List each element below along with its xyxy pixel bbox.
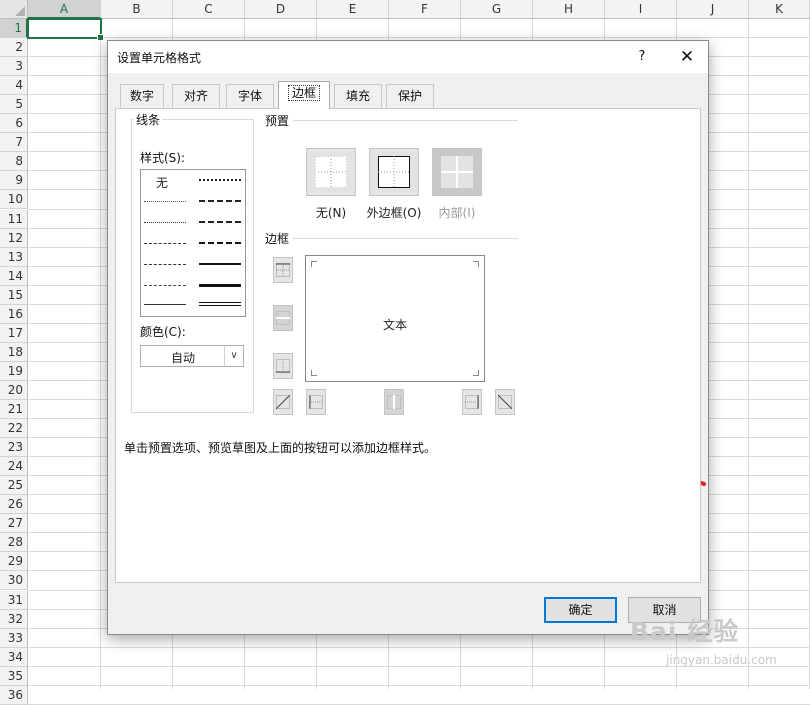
border-bottom-icon (276, 359, 290, 373)
preview-text: 文本 (382, 318, 407, 332)
line-style-thin[interactable] (144, 304, 186, 305)
tab-label: 边框 (287, 85, 320, 101)
border-preview[interactable]: 文本 (305, 255, 485, 382)
line-style-thick[interactable] (199, 284, 241, 287)
preset-inside-button[interactable] (432, 148, 482, 196)
line-style-dashed[interactable] (144, 285, 186, 286)
color-dropdown-value: 自动 (170, 351, 195, 365)
preview-corner-mark (473, 370, 479, 376)
color-label: 颜色(C): (140, 325, 186, 339)
border-left-button[interactable] (306, 389, 326, 415)
border-top-icon (276, 263, 290, 277)
border-bottom-button[interactable] (273, 353, 293, 379)
border-group-title: 边框 (263, 230, 292, 247)
border-right-button[interactable] (462, 389, 482, 415)
border-diagonal-down-button[interactable] (495, 389, 515, 415)
line-style-medium-dash-dot[interactable] (199, 221, 241, 223)
border-divider (293, 238, 518, 239)
format-cells-dialog: 设置单元格格式 ? ✕ 数字 对齐 字体 边框 填充 保护 线条 样式(S): … (107, 40, 709, 635)
preset-none-button[interactable] (306, 148, 356, 196)
presets-divider (293, 120, 518, 121)
line-style-dotted[interactable] (144, 222, 186, 223)
hint-text: 单击预置选项、预览草图及上面的按钮可以添加边框样式。 (124, 441, 437, 455)
diagonal-down-icon (498, 395, 512, 409)
preset-outline-label: 外边框(O) (366, 206, 422, 220)
border-inside-vertical-icon (387, 395, 401, 409)
line-style-none[interactable]: 无 (156, 174, 168, 191)
line-style-medium-dashed[interactable] (199, 242, 241, 244)
border-right-icon (465, 395, 479, 409)
border-diagonal-up-button[interactable] (273, 389, 293, 415)
border-inside-horizontal-button[interactable] (273, 305, 293, 331)
line-style-double[interactable] (199, 302, 241, 306)
border-left-icon (309, 395, 323, 409)
preset-inside-icon (441, 156, 473, 188)
preset-none-label: 无(N) (315, 206, 347, 220)
diagonal-up-icon (276, 395, 290, 409)
color-dropdown[interactable]: 自动 ∨ (140, 345, 244, 367)
line-group-title: 线条 (134, 111, 163, 128)
line-style-dash-dot-dot[interactable] (144, 243, 186, 244)
border-inside-vertical-button[interactable] (384, 389, 404, 415)
baidu-watermark: Bai 经验 jingyan.baidu.com (618, 612, 808, 688)
chevron-down-icon[interactable]: ∨ (224, 346, 243, 366)
preview-corner-mark (311, 370, 317, 376)
line-style-hair[interactable] (144, 201, 186, 202)
line-style-medium[interactable] (199, 263, 241, 265)
preset-outline-button[interactable] (369, 148, 419, 196)
line-style-list[interactable]: 无 (140, 169, 246, 317)
preset-outline-icon (378, 156, 410, 188)
border-tab-panel: 线条 样式(S): 无 颜色(C): 自动 ∨ 预置 无(N) 外边框(O) 内… (115, 108, 701, 583)
style-label: 样式(S): (140, 151, 186, 165)
line-style-medium-dash-dot-dot[interactable] (199, 179, 241, 181)
line-style-slant-dash-dot[interactable] (199, 200, 241, 202)
preview-corner-mark (311, 261, 317, 267)
border-inside-horizontal-icon (276, 311, 290, 325)
tab-border[interactable]: 边框 (278, 81, 330, 109)
border-top-button[interactable] (273, 257, 293, 283)
preset-inside-label: 内部(I) (438, 206, 476, 220)
watermark-url: jingyan.baidu.com (666, 653, 777, 667)
preset-none-icon (315, 156, 347, 188)
preview-corner-mark (473, 261, 479, 267)
line-style-dash-dot[interactable] (144, 264, 186, 265)
presets-group-title: 预置 (263, 112, 292, 129)
watermark-logo-text: Bai 经验 (630, 617, 740, 646)
